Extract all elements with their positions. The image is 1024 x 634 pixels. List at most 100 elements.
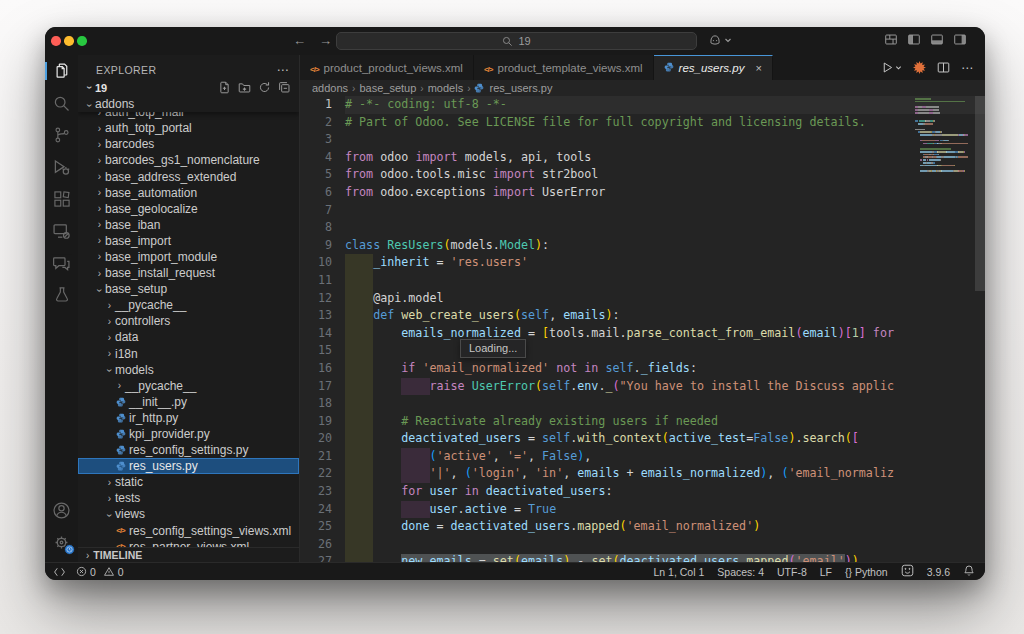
python-file-icon xyxy=(114,445,127,455)
command-center-search[interactable]: 19 xyxy=(336,32,697,50)
tree-item-models[interactable]: ›models xyxy=(78,362,299,378)
minimap[interactable] xyxy=(915,98,973,173)
tree-item-res_users.py[interactable]: res_users.py xyxy=(78,458,299,474)
tree-item-base_import_module[interactable]: ›base_import_module xyxy=(78,249,299,265)
tab-res_users.py[interactable]: res_users.py× xyxy=(654,55,773,80)
minimize-button[interactable] xyxy=(64,36,74,46)
nav-forward-icon[interactable]: → xyxy=(319,33,332,49)
feedback-smiley-icon[interactable] xyxy=(901,564,914,579)
code-line-24: 24 user.active = True xyxy=(300,501,985,519)
sidebar-title: EXPLORER xyxy=(96,64,156,76)
tree-item-data[interactable]: ›data xyxy=(78,329,299,345)
close-button[interactable] xyxy=(51,36,61,46)
remote-indicator-icon[interactable] xyxy=(53,566,66,578)
collapse-all-icon[interactable] xyxy=(278,81,291,94)
customize-layout-icon[interactable] xyxy=(884,33,898,46)
status-python-version[interactable]: 3.9.6 xyxy=(927,566,950,578)
editor-more-actions-icon[interactable]: ⋯ xyxy=(961,61,973,75)
tree-item-res_partner_views.xml[interactable]: </>res_partner_views.xml xyxy=(78,539,299,547)
tree-item-addons[interactable]: ›addons xyxy=(78,96,299,112)
code-line-16: 16 if 'email_normalized' not in self._fi… xyxy=(300,360,985,378)
tree-item-barcodes[interactable]: ›barcodes xyxy=(78,136,299,152)
tree-item-controllers[interactable]: ›controllers xyxy=(78,313,299,329)
breadcrumb-base_setup[interactable]: base_setup xyxy=(359,82,416,94)
copilot-icon xyxy=(708,33,722,46)
tree-item-views[interactable]: ›views xyxy=(78,506,299,522)
breadcrumb-models[interactable]: models xyxy=(428,82,463,94)
tree-item-res_config_settings_views.xml[interactable]: </>res_config_settings_views.xml xyxy=(78,523,299,539)
code-line-3: 3 xyxy=(300,131,985,149)
new-file-icon[interactable] xyxy=(218,81,231,94)
activitybar-source-control[interactable] xyxy=(45,119,78,151)
tree-item-base_install_request[interactable]: ›base_install_request xyxy=(78,265,299,281)
timeline-section[interactable]: › TIMELINE xyxy=(78,547,299,562)
formatter-extension-icon[interactable] xyxy=(913,61,926,74)
activitybar-explorer[interactable] xyxy=(45,55,78,87)
tree-item-kpi_provider.py[interactable]: kpi_provider.py xyxy=(78,426,299,442)
xml-file-icon: </> xyxy=(114,526,127,535)
code-editor[interactable]: 1# -*- coding: utf-8 -*-2# Part of Odoo.… xyxy=(300,96,985,562)
refresh-icon[interactable] xyxy=(258,81,271,94)
file-tree: ›addons›auth_totp_mail›auth_totp_portal›… xyxy=(78,96,299,547)
code-line-11: 11 xyxy=(300,272,985,290)
vscode-window: ← → 19 xyxy=(45,27,985,580)
editor-scrollbar[interactable] xyxy=(975,96,985,291)
errors-warnings[interactable]: 0 0 xyxy=(76,566,124,578)
tree-item-base_import[interactable]: ›base_import xyxy=(78,233,299,249)
activitybar-test-explorer[interactable] xyxy=(45,279,78,311)
tree-item-base_automation[interactable]: ›base_automation xyxy=(78,185,299,201)
tree-item-static[interactable]: ›static xyxy=(78,474,299,490)
explorer-icon xyxy=(51,61,72,82)
explorer-more-icon[interactable]: ⋯ xyxy=(277,63,289,77)
status-eol[interactable]: LF xyxy=(820,566,832,578)
tab-product_product_views.xml[interactable]: </>product_product_views.xml xyxy=(300,55,474,80)
code-line-12: 12 @api.model xyxy=(300,290,985,308)
breadcrumbs[interactable]: addons›base_setup›models›res_users.py xyxy=(300,80,985,96)
tree-item-i18n[interactable]: ›i18n xyxy=(78,346,299,362)
tree-item-tests[interactable]: ›tests xyxy=(78,490,299,506)
breadcrumb-res_users.py[interactable]: res_users.py xyxy=(489,82,552,94)
zoom-button[interactable] xyxy=(77,36,87,46)
tree-item-ir_http.py[interactable]: ir_http.py xyxy=(78,410,299,426)
status-indentation[interactable]: Spaces: 4 xyxy=(717,566,764,578)
toggle-primary-sidebar-icon[interactable] xyxy=(907,33,921,46)
tree-item-base_geolocalize[interactable]: ›base_geolocalize xyxy=(78,201,299,217)
breadcrumb-addons[interactable]: addons xyxy=(312,82,348,94)
tree-item-base_iban[interactable]: ›base_iban xyxy=(78,217,299,233)
notifications-bell-icon[interactable] xyxy=(963,564,975,579)
activitybar-run-debug[interactable] xyxy=(45,151,78,183)
nav-back-icon[interactable]: ← xyxy=(293,33,306,49)
tree-item-base_address_extended[interactable]: ›base_address_extended xyxy=(78,168,299,184)
code-line-1: 1# -*- coding: utf-8 -*- xyxy=(300,96,985,114)
tree-item-res_config_settings.py[interactable]: res_config_settings.py xyxy=(78,442,299,458)
workspace-section[interactable]: › 19 xyxy=(78,79,299,96)
tree-item-barcodes_gs1_nomenclature[interactable]: ›barcodes_gs1_nomenclature xyxy=(78,152,299,168)
copilot-menu[interactable] xyxy=(708,33,732,46)
tab-product_template_views.xml[interactable]: </>product_template_views.xml xyxy=(474,55,654,80)
search-icon xyxy=(502,36,513,47)
status-encoding[interactable]: UTF-8 xyxy=(777,566,807,578)
settings-button[interactable] xyxy=(45,526,78,558)
activitybar-chat[interactable] xyxy=(45,247,78,279)
chevron-down-icon xyxy=(724,36,732,44)
toggle-panel-icon[interactable] xyxy=(930,33,944,46)
tree-item-base_setup[interactable]: ›base_setup xyxy=(78,281,299,297)
tree-item-auth_totp_portal[interactable]: ›auth_totp_portal xyxy=(78,120,299,136)
tree-item-__pycache__[interactable]: ›__pycache__ xyxy=(78,378,299,394)
status-cursor-position[interactable]: Ln 1, Col 1 xyxy=(654,566,705,578)
run-python-file-button[interactable] xyxy=(881,61,902,74)
code-line-10: 10 _inherit = 'res.users' xyxy=(300,254,985,272)
close-tab-icon[interactable]: × xyxy=(755,62,761,74)
activitybar-extensions[interactable] xyxy=(45,183,78,215)
accounts-button[interactable] xyxy=(45,494,78,526)
tree-item-__pycache__[interactable]: ›__pycache__ xyxy=(78,297,299,313)
remote-explorer-icon xyxy=(51,221,72,242)
status-language[interactable]: {} Python xyxy=(845,566,888,578)
toggle-secondary-sidebar-icon[interactable] xyxy=(953,33,967,46)
activitybar-search[interactable] xyxy=(45,87,78,119)
split-editor-icon[interactable] xyxy=(937,61,950,74)
activitybar-remote-explorer[interactable] xyxy=(45,215,78,247)
code-line-9: 9class ResUsers(models.Model): xyxy=(300,237,985,255)
tree-item-__init__.py[interactable]: __init__.py xyxy=(78,394,299,410)
new-folder-icon[interactable] xyxy=(238,81,251,94)
